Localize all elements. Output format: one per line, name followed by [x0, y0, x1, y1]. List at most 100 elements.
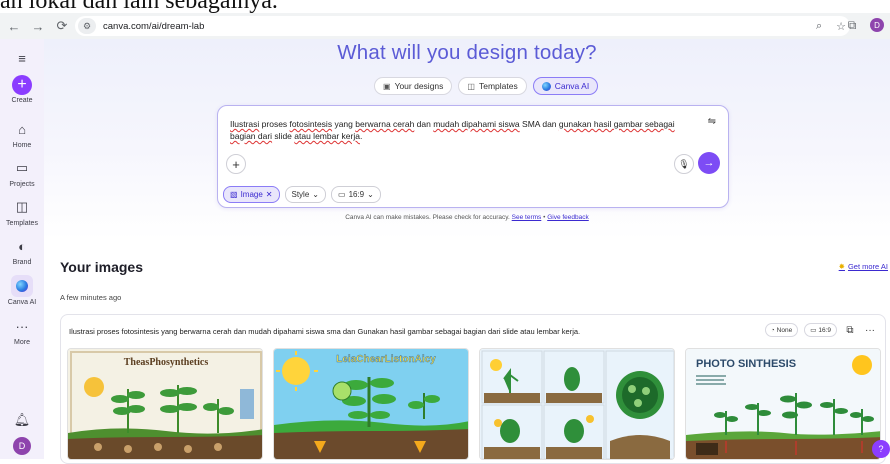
photosynthesis-illustration-3	[480, 349, 674, 459]
flagged-word: atau lembar kerja	[294, 131, 360, 141]
prompt-word: SMA dan	[519, 119, 559, 129]
disclaimer-text: Canva AI can make mistakes. Please check…	[345, 214, 510, 221]
brand-icon: ◐	[18, 238, 26, 254]
browser-profile-avatar[interactable]: D	[870, 18, 884, 32]
add-attachment-button[interactable]: +	[226, 154, 246, 174]
get-more-ai-link[interactable]: ✸ Get more AI	[839, 262, 888, 271]
prompt-box[interactable]: Ilustrasi proses fotosintesis yang berwa…	[217, 105, 729, 208]
style-none-chip[interactable]: ◔ None	[764, 323, 799, 337]
ratio-chip[interactable]: ▭ 16:9	[804, 323, 837, 337]
site-settings-icon[interactable]: ⚙	[78, 18, 96, 34]
caption-text: an lokal dan lain sebagainya.	[0, 0, 278, 13]
see-terms-link[interactable]: See terms	[512, 214, 542, 221]
thumb-title: TheasPhosynthetics	[124, 357, 209, 368]
send-button[interactable]: →	[698, 152, 720, 174]
aspect-ratio-dropdown[interactable]: ▭ 16:9 ⌄	[331, 186, 381, 203]
page-title: What will you design today?	[337, 41, 597, 64]
tab-your-designs[interactable]: ▣ Your designs	[374, 77, 453, 95]
ratio-icon: ▭	[810, 327, 817, 334]
close-icon[interactable]: ✕	[266, 190, 273, 199]
chip-label: 16:9	[818, 326, 831, 334]
sidebar-label: Projects	[9, 181, 35, 188]
chip-label: 16:9	[348, 190, 365, 199]
help-button[interactable]: ?	[872, 440, 890, 458]
image-chip[interactable]: ▧ Image ✕	[223, 186, 280, 203]
thumbnail-3[interactable]	[479, 348, 675, 460]
get-more-label: Get more AI	[847, 262, 888, 271]
zoom-icon[interactable]: ⌕	[816, 20, 822, 33]
style-dropdown[interactable]: Style ⌄	[284, 186, 326, 203]
sparkle-icon: ✸	[838, 262, 845, 271]
browser-toolbar: ← → ⟳ ⚙ canva.com/ai/dream-lab ⌕ ☆ ⧉ D	[0, 13, 890, 39]
photosynthesis-illustration-4: PHOTO SINTHESIS	[686, 349, 880, 459]
prompt-word: yang	[332, 119, 356, 129]
chevron-down-icon: ⌄	[312, 190, 319, 199]
notifications-button[interactable]: 🔔︎	[0, 409, 44, 431]
sidebar-item-canva-ai[interactable]: Canva AI	[0, 275, 44, 306]
sidebar-item-brand[interactable]: ◐ Brand	[0, 235, 44, 267]
ratio-icon: ▭	[338, 190, 346, 199]
give-feedback-link[interactable]: Give feedback	[547, 214, 589, 221]
sidebar-label: Home	[12, 142, 32, 149]
thumbnail-2[interactable]: LeiaChearListonAicy	[273, 348, 469, 460]
sidebar-label: Brand	[12, 259, 32, 266]
document-caption-fragment: an lokal dan lain sebagainya.	[0, 0, 890, 13]
back-arrow-icon[interactable]: ←	[4, 16, 24, 36]
copy-icon[interactable]: ⧉	[843, 325, 857, 336]
more-icon: ···	[15, 318, 29, 334]
menu-button[interactable]: ≡	[0, 47, 44, 69]
prompt-word: slide	[272, 131, 295, 141]
extensions-icon[interactable]: ⧉	[844, 17, 860, 33]
photosynthesis-illustration-2: LeiaChearListonAicy	[274, 349, 468, 459]
section-title: Your images	[60, 259, 143, 275]
thumbnail-grid: TheasPhosynthetics LeiaChearListonAicy P…	[67, 348, 881, 460]
tab-label: Templates	[478, 81, 518, 91]
tab-canva-ai[interactable]: Canva AI	[532, 77, 599, 95]
result-prompt-text: Ilustrasi proses fotosintesis yang berwa…	[69, 327, 581, 336]
sidebar-item-templates[interactable]: ◫ Templates	[0, 196, 44, 227]
image-icon: ▧	[230, 190, 238, 199]
address-bar[interactable]: ⚙ canva.com/ai/dream-lab ⌕ ☆	[75, 16, 850, 36]
thumbnail-1[interactable]: TheasPhosynthetics	[67, 348, 263, 460]
bell-icon: 🔔︎	[13, 412, 31, 427]
flagged-word: mudah dipahami siswa	[433, 119, 520, 129]
sidebar-label: More	[14, 339, 30, 346]
sidebar-item-projects[interactable]: ▭ Projects	[0, 157, 44, 188]
thumb-title: PHOTO SINTHESIS	[696, 358, 796, 370]
sidebar-item-create[interactable]: + Create	[0, 75, 44, 104]
mode-tabs: ▣ Your designs ◫ Templates Canva AI	[374, 77, 599, 95]
url-text: canva.com/ai/dream-lab	[103, 20, 205, 32]
tab-templates[interactable]: ◫ Templates	[458, 77, 527, 95]
prompt-input[interactable]: Ilustrasi proses fotosintesis yang berwa…	[230, 118, 690, 142]
more-options-icon[interactable]: ···	[863, 325, 877, 336]
chip-label: None	[776, 326, 793, 334]
left-sidebar: ≡ + Create ⌂ Home ▭ Projects ◫ Templates…	[0, 39, 44, 459]
sidebar-item-more[interactable]: ··· More	[0, 315, 44, 347]
reload-icon[interactable]: ⟳	[52, 16, 72, 36]
thumbnail-4[interactable]: PHOTO SINTHESIS	[685, 348, 881, 460]
prompt-chips: ▧ Image ✕ Style ⌄ ▭ 16:9 ⌄	[223, 186, 381, 203]
chip-label: Style	[291, 190, 310, 199]
prompt-word: dan	[414, 119, 434, 129]
canva-ai-icon	[541, 81, 551, 91]
flagged-word: berwarna cerah	[355, 119, 415, 129]
style-icon: ◔	[770, 326, 775, 334]
thumb-title: LeiaChearListonAicy	[336, 354, 436, 365]
chevron-down-icon: ⌄	[367, 190, 374, 199]
ai-disclaimer: Canva AI can make mistakes. Please check…	[44, 214, 890, 221]
account-button[interactable]: D	[0, 437, 44, 455]
prompt-settings-icon[interactable]: ⇋	[708, 116, 716, 127]
hamburger-icon: ≡	[18, 50, 26, 66]
flagged-word: Ilustrasi	[230, 119, 260, 129]
microphone-button[interactable]: 🎙︎	[674, 154, 694, 174]
forward-arrow-icon[interactable]: →	[28, 16, 48, 36]
templates-icon: ◫	[467, 81, 475, 91]
tab-label: Canva AI	[554, 81, 590, 91]
chip-label: Image	[240, 190, 263, 199]
home-icon: ⌂	[18, 121, 26, 137]
sidebar-item-home[interactable]: ⌂ Home	[0, 118, 44, 150]
flagged-word: fotosintesis	[289, 119, 333, 129]
separator: •	[543, 214, 546, 221]
sidebar-label: Create	[11, 97, 33, 104]
prompt-word: proses	[259, 119, 290, 129]
